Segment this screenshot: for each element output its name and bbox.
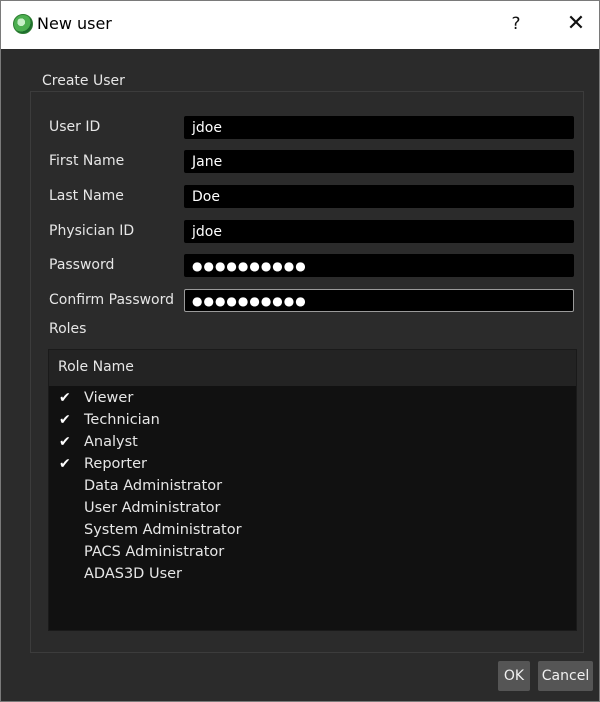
role-row[interactable]: Data Administrator: [49, 476, 576, 498]
role-name: System Administrator: [84, 522, 242, 538]
checkmark-icon[interactable]: ✔: [59, 390, 71, 406]
roles-label: Roles: [49, 321, 87, 337]
role-row[interactable]: ✔ Viewer: [49, 388, 576, 410]
role-row[interactable]: ✔ Technician: [49, 410, 576, 432]
role-row[interactable]: User Administrator: [49, 498, 576, 520]
physician-id-label: Physician ID: [49, 223, 135, 239]
role-row[interactable]: ✔ Reporter: [49, 454, 576, 476]
checkmark-icon[interactable]: ✔: [59, 434, 71, 450]
app-logo-icon: [13, 14, 33, 34]
password-field[interactable]: ●●●●●●●●●●: [184, 254, 574, 277]
close-icon[interactable]: ✕: [561, 11, 591, 37]
role-row[interactable]: ✔ Analyst: [49, 432, 576, 454]
cancel-button[interactable]: Cancel: [538, 661, 593, 691]
title-bar: New user ? ✕: [1, 1, 599, 49]
group-title: Create User: [42, 73, 125, 89]
new-user-dialog: New user ? ✕ Create User User ID jdoe Fi…: [0, 0, 600, 702]
roles-table: Role Name ✔ Viewer ✔ Technician ✔ Analyst ✔ Rep…: [48, 349, 577, 631]
role-row[interactable]: System Administrator: [49, 520, 576, 542]
first-name-label: First Name: [49, 153, 125, 169]
role-name: Data Administrator: [84, 478, 223, 494]
role-row[interactable]: ADAS3D User: [49, 564, 576, 586]
window-title: New user: [37, 14, 112, 33]
confirm-password-label: Confirm Password: [49, 292, 175, 308]
roles-column-header[interactable]: Role Name: [49, 350, 576, 386]
confirm-password-field[interactable]: ●●●●●●●●●●: [184, 289, 574, 312]
first-name-field[interactable]: Jane: [184, 150, 574, 173]
user-id-field[interactable]: jdoe: [184, 116, 574, 139]
user-id-label: User ID: [49, 119, 101, 135]
role-name: ADAS3D User: [84, 566, 183, 582]
role-name: Technician: [84, 412, 160, 428]
help-button[interactable]: ?: [501, 11, 531, 37]
last-name-field[interactable]: Doe: [184, 185, 574, 208]
role-name: Reporter: [84, 456, 147, 472]
checkmark-icon[interactable]: ✔: [59, 456, 71, 472]
last-name-label: Last Name: [49, 188, 124, 204]
role-name: PACS Administrator: [84, 544, 225, 560]
physician-id-field[interactable]: jdoe: [184, 220, 574, 243]
dialog-content: Create User User ID jdoe First Name Jane…: [1, 49, 599, 701]
role-name-header: Role Name: [58, 359, 134, 375]
ok-button[interactable]: OK: [498, 661, 530, 691]
checkmark-icon[interactable]: ✔: [59, 412, 71, 428]
password-label: Password: [49, 257, 115, 273]
role-name: Analyst: [84, 434, 138, 450]
role-name: User Administrator: [84, 500, 221, 516]
role-row[interactable]: PACS Administrator: [49, 542, 576, 564]
role-name: Viewer: [84, 390, 134, 406]
